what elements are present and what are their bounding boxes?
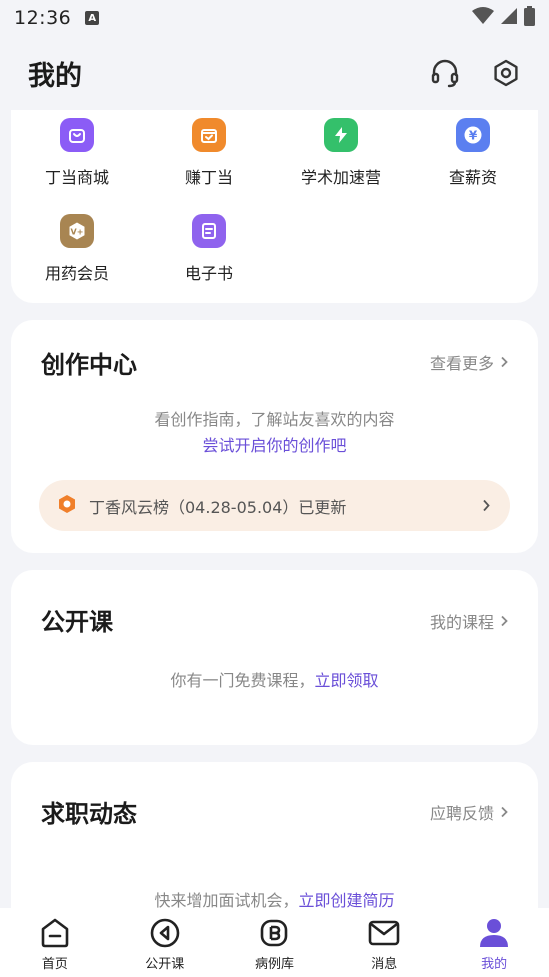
home-icon	[38, 916, 72, 950]
wallet-icon	[192, 118, 226, 152]
application-feedback-link[interactable]: 应聘反馈	[430, 800, 508, 824]
grid-item-label: 查薪资	[448, 168, 497, 187]
signal-icon	[500, 7, 518, 29]
profile-icon	[477, 916, 511, 950]
chevron-right-icon	[500, 353, 508, 372]
feature-grid: 丁当商城 赚丁当 学术加速营 ¥ 查薪资 V+ 用药会员 电子书	[11, 110, 538, 303]
ranking-text: 丁香风云榜（04.28-05.04）已更新	[89, 497, 347, 517]
nav-profile[interactable]: 我的	[439, 908, 549, 977]
nav-messages[interactable]: 消息	[329, 908, 439, 977]
free-course-text: 你有一门免费课程，	[170, 671, 315, 690]
job-updates-title: 求职动态	[41, 800, 137, 828]
nav-label: 消息	[371, 957, 398, 972]
claim-now-link[interactable]: 立即领取	[315, 671, 379, 690]
my-courses-link[interactable]: 我的课程	[430, 609, 508, 633]
nav-label: 公开课	[145, 957, 185, 972]
start-creation-link[interactable]: 尝试开启你的创作吧	[11, 432, 538, 456]
ranking-banner[interactable]: 丁香风云榜（04.28-05.04）已更新	[39, 480, 510, 531]
chevron-right-icon	[482, 499, 490, 512]
grid-item-label: 电子书	[184, 264, 233, 283]
grid-item-label: 丁当商城	[44, 168, 109, 187]
grid-item-ebook[interactable]: 电子书	[143, 214, 275, 284]
status-bar: 12:36 A	[0, 0, 549, 36]
headset-icon[interactable]	[429, 57, 461, 89]
grid-item-earn[interactable]: 赚丁当	[143, 118, 275, 188]
nav-label: 首页	[41, 957, 68, 972]
grid-item-mall[interactable]: 丁当商城	[11, 118, 143, 188]
chevron-right-icon	[500, 803, 508, 822]
battery-icon	[524, 6, 535, 30]
wifi-icon	[472, 7, 494, 29]
page-header: 我的	[0, 36, 549, 110]
application-feedback-label: 应聘反馈	[429, 804, 494, 823]
free-course-hint: 你有一门免费课程，立即领取	[11, 667, 538, 691]
play-icon	[148, 916, 182, 950]
view-more-link[interactable]: 查看更多	[430, 350, 508, 374]
nav-home[interactable]: 首页	[0, 908, 110, 977]
creation-center-card: 创作中心 查看更多 看创作指南，了解站友喜欢的内容 尝试开启你的创作吧 丁香风云…	[11, 320, 538, 553]
status-time: 12:36	[14, 7, 72, 29]
ranking-badge-icon	[57, 494, 77, 518]
svg-text:V+: V+	[71, 228, 84, 237]
nav-case-library[interactable]: 病例库	[220, 908, 330, 977]
svg-text:¥: ¥	[469, 129, 478, 143]
ebook-icon	[192, 214, 226, 248]
settings-icon[interactable]	[491, 58, 521, 88]
status-indicators	[472, 6, 535, 30]
view-more-label: 查看更多	[429, 354, 494, 373]
page-title: 我的	[28, 60, 82, 92]
bottom-navigation: 首页 公开课 病例库 消息 我的	[0, 908, 549, 977]
grid-item-drug-vip[interactable]: V+ 用药会员	[11, 214, 143, 284]
shopping-bag-icon	[60, 118, 94, 152]
nav-label: 病例库	[254, 957, 294, 972]
vip-icon: V+	[60, 214, 94, 248]
grid-item-label: 学术加速营	[300, 168, 381, 187]
my-courses-label: 我的课程	[429, 613, 494, 632]
yen-icon: ¥	[456, 118, 490, 152]
grid-item-academic[interactable]: 学术加速营	[275, 118, 407, 188]
chevron-right-icon	[500, 612, 508, 631]
open-course-title: 公开课	[41, 608, 113, 636]
notification-a-icon: A	[85, 11, 100, 25]
grid-item-label: 赚丁当	[184, 168, 233, 187]
grid-item-label: 用药会员	[44, 264, 109, 283]
open-course-card: 公开课 我的课程 你有一门免费课程，立即领取	[11, 570, 538, 745]
nav-label: 我的	[481, 957, 508, 972]
grid-item-salary[interactable]: ¥ 查薪资	[407, 118, 539, 188]
lightning-icon	[324, 118, 358, 152]
mail-icon	[367, 916, 401, 950]
case-library-icon	[257, 916, 291, 950]
creation-center-title: 创作中心	[41, 351, 137, 379]
creation-hint: 看创作指南，了解站友喜欢的内容	[154, 410, 395, 429]
nav-open-course[interactable]: 公开课	[110, 908, 220, 977]
